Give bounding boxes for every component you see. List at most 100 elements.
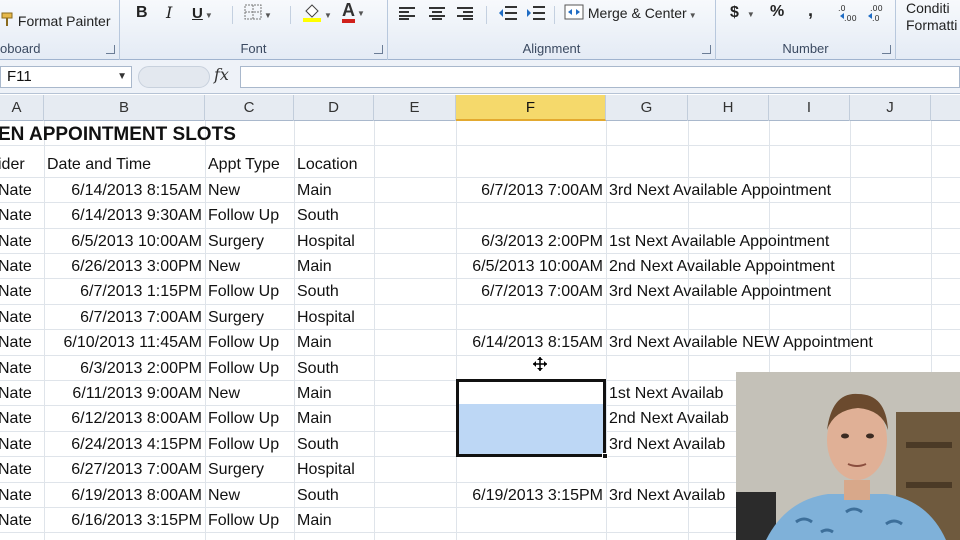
selected-range[interactable] (456, 379, 608, 459)
decrease-decimal-button[interactable]: .00.0 (866, 2, 888, 27)
column-header-f[interactable]: F (456, 95, 606, 121)
appt-type-cell[interactable]: Follow Up (208, 203, 279, 228)
comma-button[interactable]: , (808, 0, 813, 20)
location-cell[interactable]: South (297, 203, 339, 228)
provider-cell[interactable]: Nate (0, 432, 32, 457)
provider-cell[interactable]: Nate (0, 305, 32, 330)
next-available-label-cell[interactable]: 3rd Next Availab (609, 483, 725, 508)
alignment-launcher-icon[interactable] (702, 45, 711, 54)
provider-cell[interactable]: Nate (0, 457, 32, 482)
decrease-indent-button[interactable] (498, 4, 518, 26)
bold-button[interactable]: B (136, 3, 148, 23)
date-time-cell[interactable]: 6/7/2013 1:15PM (44, 279, 202, 304)
location-cell[interactable]: Main (297, 178, 332, 203)
date-time-cell[interactable]: 6/14/2013 8:15AM (44, 178, 202, 203)
location-cell[interactable]: South (297, 483, 339, 508)
appt-type-cell[interactable]: Follow Up (208, 330, 279, 355)
next-available-date-cell[interactable]: 6/5/2013 10:00AM (456, 254, 603, 279)
formula-bar-resize-handle[interactable] (138, 66, 210, 88)
date-time-cell[interactable]: 6/7/2013 7:00AM (44, 305, 202, 330)
clipboard-launcher-icon[interactable] (106, 45, 115, 54)
merge-center-button[interactable]: Merge & Center ▼ (564, 3, 697, 26)
provider-cell[interactable]: Nate (0, 279, 32, 304)
header-date-time[interactable]: Date and Time (47, 152, 151, 177)
provider-cell[interactable]: Nate (0, 483, 32, 508)
italic-button[interactable]: I (166, 3, 172, 23)
location-cell[interactable]: South (297, 356, 339, 381)
location-cell[interactable]: Hospital (297, 457, 355, 482)
align-left-button[interactable] (398, 4, 416, 25)
increase-decimal-button[interactable]: .0.00 (838, 2, 860, 27)
provider-cell[interactable]: Nate (0, 406, 32, 431)
date-time-cell[interactable]: 6/26/2013 3:00PM (44, 254, 202, 279)
sheet-title[interactable]: EN APPOINTMENT SLOTS (0, 121, 236, 146)
date-time-cell[interactable]: 6/3/2013 2:00PM (44, 356, 202, 381)
fill-color-button[interactable]: ▼ (302, 2, 332, 27)
currency-button[interactable]: $ ▼ (730, 2, 755, 25)
header-appt-type[interactable]: Appt Type (208, 152, 280, 177)
appt-type-cell[interactable]: Follow Up (208, 432, 279, 457)
appt-type-cell[interactable]: Follow Up (208, 356, 279, 381)
provider-cell[interactable]: Nate (0, 508, 32, 533)
next-available-label-cell[interactable]: 1st Next Availab (609, 381, 723, 406)
location-cell[interactable]: South (297, 279, 339, 304)
date-time-cell[interactable]: 6/27/2013 7:00AM (44, 457, 202, 482)
next-available-label-cell[interactable]: 1st Next Available Appointment (609, 229, 829, 254)
next-available-label-cell[interactable]: 2nd Next Availab (609, 406, 729, 431)
next-available-label-cell[interactable]: 2nd Next Available Appointment (609, 254, 835, 279)
date-time-cell[interactable]: 6/14/2013 9:30AM (44, 203, 202, 228)
location-cell[interactable]: Main (297, 330, 332, 355)
header-location[interactable]: Location (297, 152, 358, 177)
next-available-date-cell[interactable] (456, 508, 603, 533)
location-cell[interactable]: Hospital (297, 229, 355, 254)
formula-input[interactable] (240, 66, 960, 88)
appt-type-cell[interactable]: Surgery (208, 305, 264, 330)
appt-type-cell[interactable]: Surgery (208, 457, 264, 482)
next-available-label-cell[interactable]: 3rd Next Available NEW Appointment (609, 330, 873, 355)
font-launcher-icon[interactable] (374, 45, 383, 54)
location-cell[interactable]: Main (297, 381, 332, 406)
increase-indent-button[interactable] (526, 4, 546, 26)
column-header-k[interactable] (931, 95, 960, 121)
font-color-button[interactable]: A ▼ (342, 1, 365, 24)
insert-function-icon[interactable]: fx (214, 65, 229, 84)
appt-type-cell[interactable]: Follow Up (208, 406, 279, 431)
provider-cell[interactable]: Nate (0, 356, 32, 381)
appt-type-cell[interactable]: Follow Up (208, 279, 279, 304)
next-available-date-cell[interactable]: 6/7/2013 7:00AM (456, 279, 603, 304)
appt-type-cell[interactable]: New (208, 254, 240, 279)
column-header-g[interactable]: G (606, 95, 688, 121)
next-available-label-cell[interactable]: 3rd Next Availab (609, 432, 725, 457)
date-time-cell[interactable]: 6/10/2013 11:45AM (44, 330, 202, 355)
next-available-date-cell[interactable]: 6/14/2013 8:15AM (456, 330, 603, 355)
column-header-j[interactable]: J (850, 95, 931, 121)
provider-cell[interactable]: Nate (0, 254, 32, 279)
column-header-b[interactable]: B (44, 95, 205, 121)
header-provider[interactable]: ider (0, 152, 25, 177)
align-center-button[interactable] (428, 4, 446, 25)
location-cell[interactable]: Main (297, 508, 332, 533)
date-time-cell[interactable]: 6/12/2013 8:00AM (44, 406, 202, 431)
next-available-date-cell[interactable]: 6/3/2013 2:00PM (456, 229, 603, 254)
date-time-cell[interactable]: 6/19/2013 8:00AM (44, 483, 202, 508)
format-painter-button[interactable]: Format Painter (0, 11, 110, 33)
percent-button[interactable]: % (770, 2, 784, 22)
appt-type-cell[interactable]: New (208, 381, 240, 406)
provider-cell[interactable]: Nate (0, 178, 32, 203)
next-available-date-cell[interactable]: 6/7/2013 7:00AM (456, 178, 603, 203)
number-launcher-icon[interactable] (882, 45, 891, 54)
next-available-label-cell[interactable]: 3rd Next Available Appointment (609, 178, 831, 203)
provider-cell[interactable]: Nate (0, 381, 32, 406)
underline-button[interactable]: U ▼ (192, 3, 213, 26)
active-cell-f11[interactable] (459, 382, 603, 404)
next-available-date-cell[interactable]: 6/19/2013 3:15PM (456, 483, 603, 508)
next-available-date-cell[interactable] (456, 356, 603, 381)
next-available-date-cell[interactable] (456, 203, 603, 228)
column-header-d[interactable]: D (294, 95, 374, 121)
date-time-cell[interactable]: 6/16/2013 3:15PM (44, 508, 202, 533)
next-available-label-cell[interactable]: 3rd Next Available Appointment (609, 279, 831, 304)
appt-type-cell[interactable]: Follow Up (208, 508, 279, 533)
provider-cell[interactable]: Nate (0, 229, 32, 254)
appt-type-cell[interactable]: Surgery (208, 229, 264, 254)
location-cell[interactable]: Main (297, 406, 332, 431)
